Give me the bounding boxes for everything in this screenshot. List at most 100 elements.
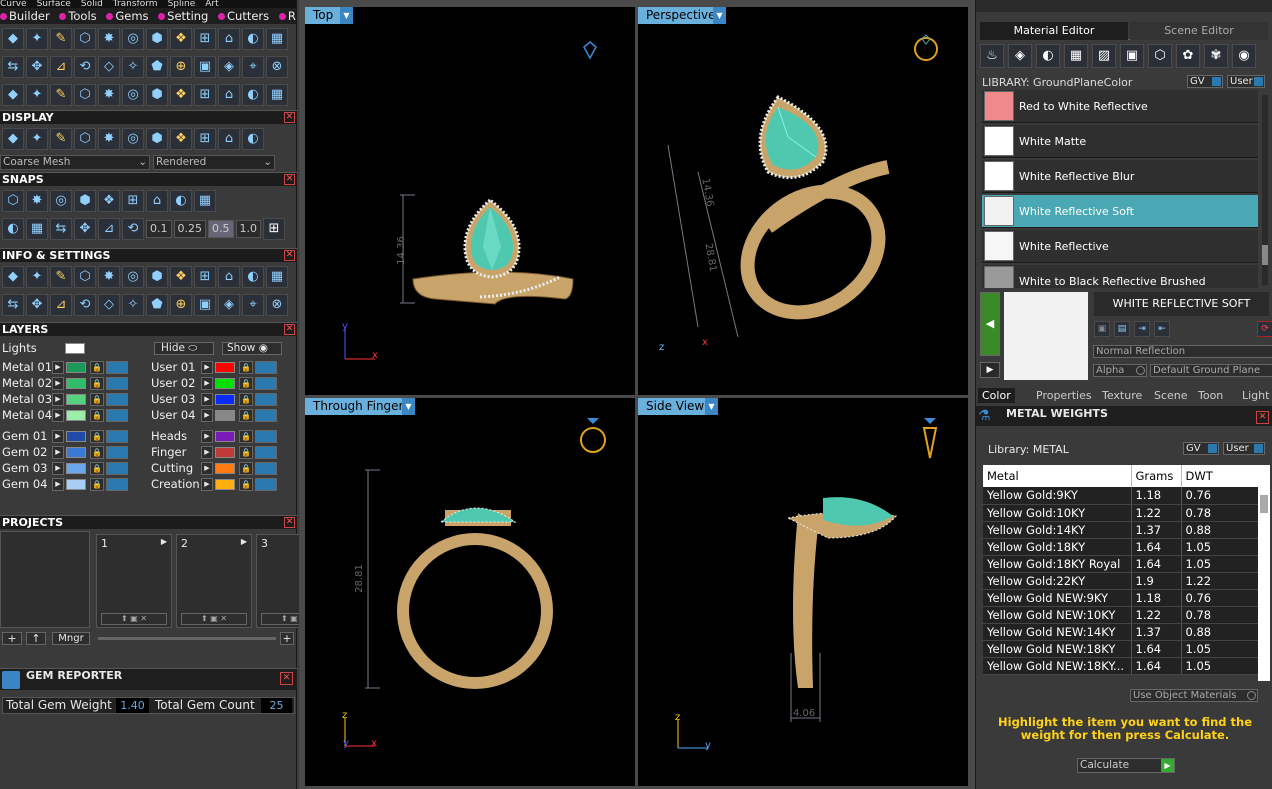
material-item[interactable]: Red to White Reflective — [982, 90, 1258, 123]
snap-icon[interactable]: ⬡ — [2, 190, 24, 212]
tool-icon[interactable]: ◆ — [2, 84, 24, 106]
material-tool-icon[interactable]: ⬡ — [1148, 44, 1172, 68]
visibility-toggle[interactable] — [255, 409, 277, 422]
tool-icon[interactable]: ❖ — [170, 84, 192, 106]
tool-icon[interactable]: ⬡ — [74, 128, 96, 150]
tab-texture[interactable]: Texture — [1098, 388, 1146, 403]
material-item[interactable]: White to Black Reflective Brushed — [982, 265, 1258, 288]
snap-icon[interactable]: ▦ — [194, 190, 216, 212]
mesh-select[interactable]: Coarse Mesh ⌄ — [0, 155, 150, 170]
tool-icon[interactable]: ◎ — [122, 28, 144, 50]
menu-tools[interactable]: Tools — [59, 9, 97, 23]
top-menu-5[interactable]: Art — [205, 0, 218, 8]
snap-value-button[interactable]: 0.25 — [173, 220, 206, 238]
tool-icon[interactable]: ✎ — [50, 84, 72, 106]
lock-icon[interactable]: 🔒 — [90, 446, 104, 459]
play-arrow-icon[interactable]: ▶ — [201, 462, 213, 475]
table-row[interactable]: Yellow Gold NEW:14KY 1.37 0.88 — [983, 623, 1259, 641]
column-header-metal[interactable]: Metal — [983, 465, 1132, 487]
layer-color-swatch[interactable] — [66, 378, 86, 389]
lock-icon[interactable]: 🔒 — [239, 361, 253, 374]
visibility-toggle[interactable] — [255, 462, 277, 475]
play-arrow-icon[interactable]: ▶ — [161, 537, 167, 546]
material-tool-icon[interactable]: ▦ — [1064, 44, 1088, 68]
play-arrow-icon[interactable]: ▶ — [201, 446, 213, 459]
material-item[interactable]: White Reflective Soft — [982, 195, 1258, 228]
viewport-through-finger[interactable]: Through Finger ▼ z y x 28.81 — [305, 398, 635, 786]
layer-color-swatch[interactable] — [215, 447, 235, 458]
layer-color-swatch[interactable] — [66, 479, 86, 490]
tool-icon[interactable]: ❖ — [170, 128, 192, 150]
tool-icon[interactable]: ✧ — [122, 294, 144, 316]
tool-icon[interactable]: ⇆ — [2, 294, 24, 316]
lock-icon[interactable]: 🔒 — [239, 377, 253, 390]
play-arrow-icon[interactable]: ▶ — [52, 393, 64, 406]
tool-icon[interactable]: ✦ — [26, 128, 48, 150]
column-header-grams[interactable]: Grams — [1131, 465, 1182, 487]
tool-icon[interactable]: ⌂ — [218, 84, 240, 106]
table-row[interactable]: Yellow Gold NEW:10KY 1.22 0.78 — [983, 606, 1259, 624]
table-row[interactable]: Yellow Gold NEW:9KY 1.18 0.76 — [983, 589, 1259, 607]
lock-icon[interactable]: 🔒 — [90, 393, 104, 406]
tab-color[interactable]: Color — [978, 388, 1015, 403]
table-row[interactable]: Yellow Gold:18KY Royal 1.64 1.05 — [983, 555, 1259, 573]
top-menu-0[interactable]: Curve — [0, 0, 27, 8]
tab-scene-editor[interactable]: Scene Editor — [1130, 22, 1268, 40]
top-menu-3[interactable]: Transform — [113, 0, 158, 8]
material-item[interactable]: White Reflective — [982, 230, 1258, 263]
tool-icon[interactable]: ⌂ — [218, 28, 240, 50]
snap-icon[interactable]: ◐ — [2, 218, 24, 240]
project-slot[interactable]: 2 ▶ ⬆ ▣ ✕ — [176, 534, 252, 628]
play-arrow-icon[interactable]: ▶ — [52, 446, 64, 459]
tool-icon[interactable]: ⬟ — [146, 294, 168, 316]
tool-icon[interactable]: ⬢ — [146, 84, 168, 106]
visibility-toggle[interactable] — [255, 430, 277, 443]
lock-icon[interactable]: 🔒 — [239, 478, 253, 491]
tool-icon[interactable]: ⊿ — [50, 56, 72, 78]
snap-icon[interactable]: ⬢ — [74, 190, 96, 212]
add-slot-button[interactable]: + — [280, 632, 294, 645]
material-scrollbar[interactable] — [1262, 95, 1268, 285]
play-arrow-icon[interactable]: ▶ — [52, 361, 64, 374]
layer-color-swatch[interactable] — [215, 378, 235, 389]
lock-icon[interactable]: 🔒 — [239, 409, 253, 422]
import-icon[interactable]: ⇤ — [1154, 321, 1170, 337]
projects-list[interactable] — [0, 531, 90, 628]
menu-render[interactable]: Render — [278, 9, 296, 23]
tool-icon[interactable]: ⟲ — [74, 56, 96, 78]
layer-color-swatch[interactable] — [66, 362, 86, 373]
export-icon[interactable]: ⇥ — [1134, 321, 1150, 337]
tool-icon[interactable]: ⬡ — [74, 28, 96, 50]
render-select[interactable]: Rendered ⌄ — [153, 155, 275, 170]
play-arrow-icon[interactable]: ◀ — [980, 292, 1000, 356]
reflection-select[interactable]: Normal Reflection — [1093, 345, 1272, 358]
viewport-top[interactable]: Top ▼ y x 14.36 — [305, 7, 635, 395]
alpha-toggle[interactable]: Alpha — [1093, 364, 1147, 377]
tool-icon[interactable]: ⊗ — [266, 56, 288, 78]
menu-cutters[interactable]: Cutters — [218, 9, 269, 23]
play-arrow-icon[interactable]: ▶ — [201, 393, 213, 406]
list-icon[interactable]: ▤ — [1114, 321, 1130, 337]
visibility-toggle[interactable] — [106, 361, 128, 374]
tool-icon[interactable]: ▦ — [266, 28, 288, 50]
tool-icon[interactable]: ⟲ — [74, 294, 96, 316]
calculate-button[interactable]: Calculate ▶ — [1077, 758, 1175, 773]
snap-icon[interactable]: ⊞ — [122, 190, 144, 212]
snap-icon[interactable]: ▦ — [26, 218, 48, 240]
tool-icon[interactable]: ⊕ — [170, 56, 192, 78]
snap-value-button[interactable]: 1.0 — [235, 220, 261, 238]
layer-color-swatch[interactable] — [215, 479, 235, 490]
user-toggle[interactable]: User — [1227, 75, 1265, 88]
viewport-perspective[interactable]: Perspective ▼ z x 14.36 28.81 — [638, 7, 968, 395]
tool-icon[interactable]: ◐ — [242, 28, 264, 50]
tool-icon[interactable]: ✸ — [98, 84, 120, 106]
tool-icon[interactable]: ▣ — [194, 294, 216, 316]
tool-icon[interactable]: ✸ — [98, 128, 120, 150]
table-row[interactable]: Yellow Gold:14KY 1.37 0.88 — [983, 521, 1259, 539]
table-row[interactable]: Yellow Gold:22KY 1.9 1.22 — [983, 572, 1259, 590]
tool-icon[interactable]: ✥ — [26, 56, 48, 78]
top-menu-1[interactable]: Surface — [37, 0, 71, 8]
tab-material-editor[interactable]: Material Editor — [980, 22, 1128, 40]
lock-icon[interactable]: 🔒 — [90, 462, 104, 475]
visibility-toggle[interactable] — [106, 430, 128, 443]
